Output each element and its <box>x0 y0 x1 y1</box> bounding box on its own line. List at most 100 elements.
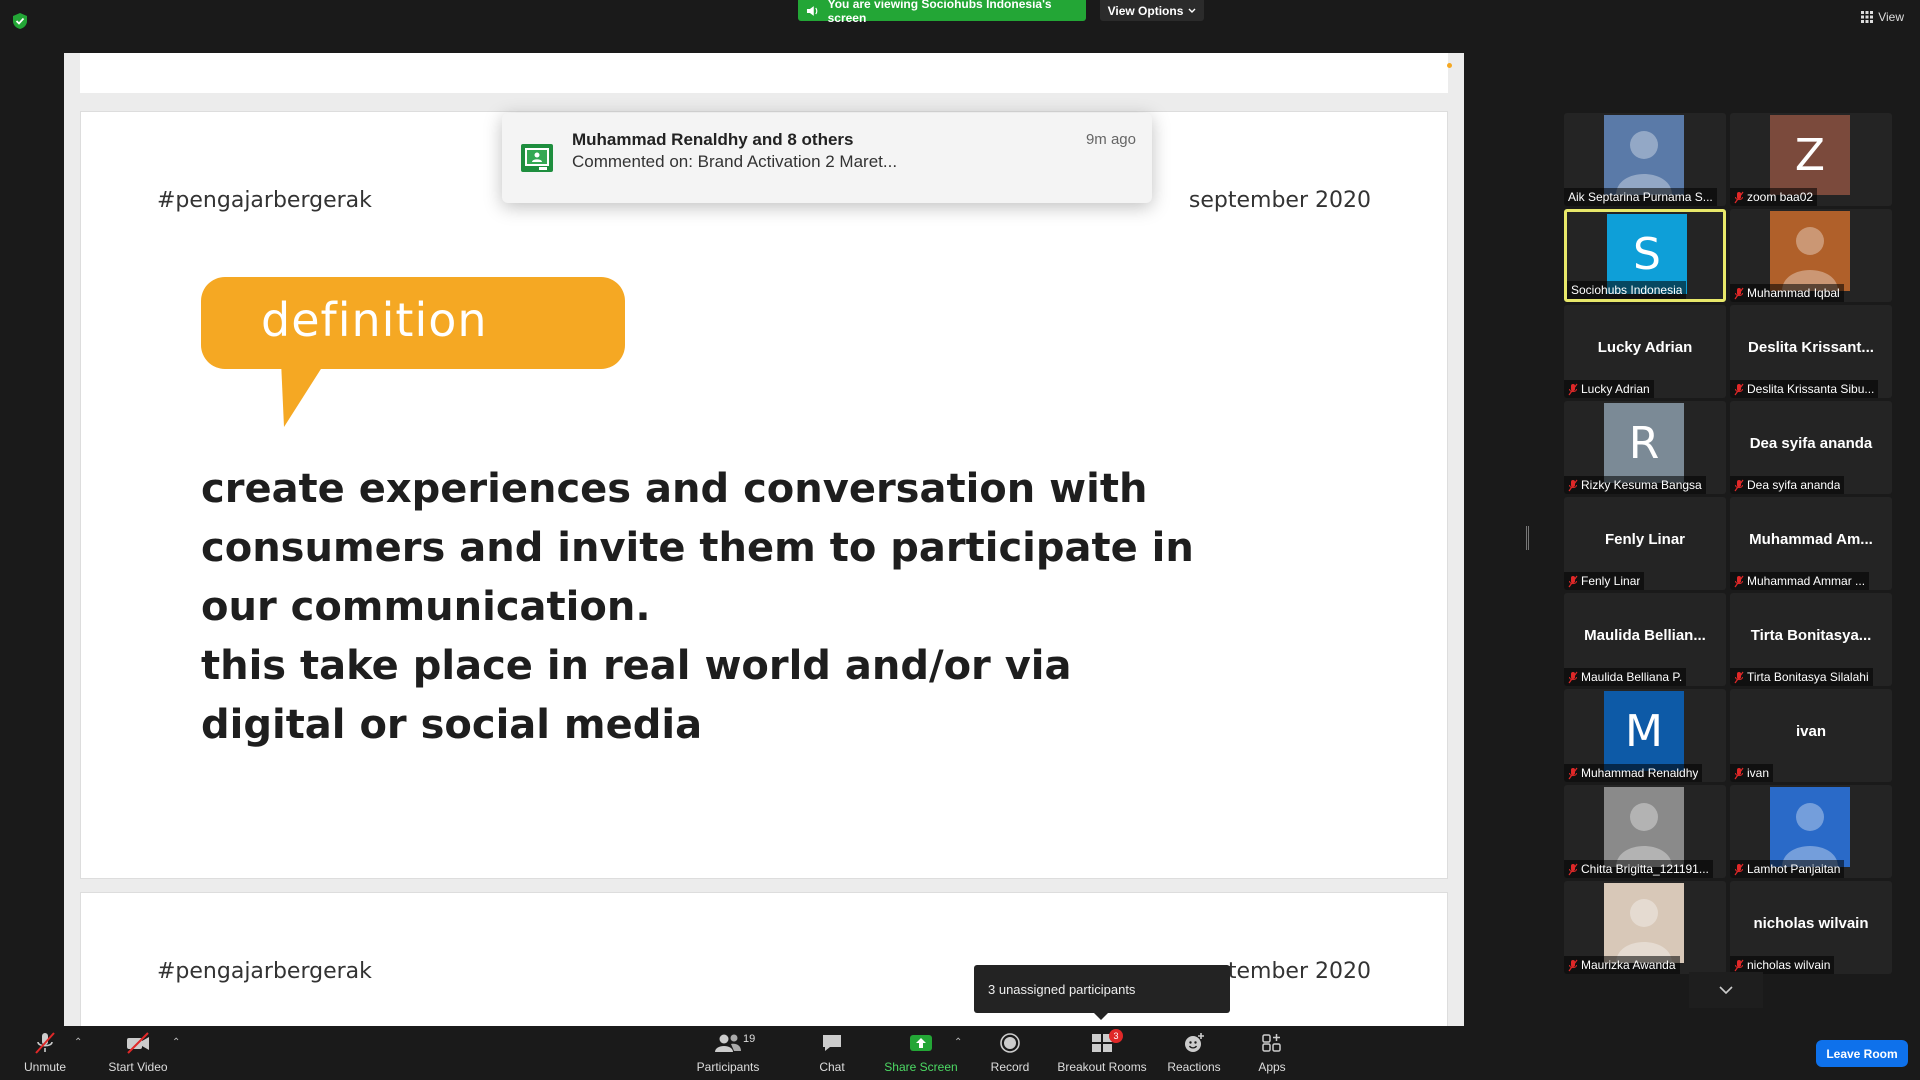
google-classroom-icon <box>521 144 553 172</box>
participant-tile[interactable]: Dea syifa ananda Dea syifa ananda <box>1730 401 1892 494</box>
participant-display-name: nicholas wilvain <box>1753 915 1869 932</box>
participant-name-label: Maulida Belliana P. <box>1564 668 1687 686</box>
view-options-button[interactable]: View Options <box>1100 0 1204 21</box>
muted-mic-icon <box>1734 863 1744 875</box>
start-video-button[interactable]: Start Video <box>106 1031 170 1079</box>
participant-name: Aik Septarina Purnama S... <box>1568 190 1713 204</box>
participant-tile[interactable]: Maurizka Awanda <box>1564 881 1726 974</box>
apps-label: Apps <box>1258 1060 1286 1074</box>
meeting-toolbar: Unmute ⌃ Start Video ⌃ Participants 19 C… <box>0 1027 1920 1080</box>
smiley-plus-icon <box>1185 1033 1204 1052</box>
view-options-label: View Options <box>1107 3 1184 18</box>
breakout-rooms-button[interactable]: 3 Breakout Rooms <box>1057 1029 1147 1079</box>
share-options-caret[interactable]: ⌃ <box>954 1037 962 1048</box>
start-video-label: Start Video <box>108 1060 168 1074</box>
participant-tile[interactable]: Aik Septarina Purnama S... <box>1564 113 1726 206</box>
muted-mic-icon <box>1734 383 1744 395</box>
participant-tile[interactable]: R Rizky Kesuma Bangsa <box>1564 401 1726 494</box>
participant-tile[interactable]: Deslita Krissant... Deslita Krissanta Sib… <box>1730 305 1892 398</box>
breakout-tooltip: 3 unassigned participants <box>974 965 1230 1013</box>
participant-tile[interactable]: nicholas wilvain nicholas wilvain <box>1730 881 1892 974</box>
muted-mic-icon <box>1568 671 1578 683</box>
participants-button[interactable]: Participants 19 <box>692 1031 764 1079</box>
share-banner-text: You are viewing Sociohubs Indonesia's sc… <box>827 0 1052 25</box>
participant-display-name: Deslita Krissant... <box>1748 339 1874 356</box>
participants-icon <box>715 1034 741 1052</box>
slide-line: digital or social media <box>201 702 703 748</box>
security-shield-icon[interactable] <box>12 12 28 30</box>
participant-name-label: Maurizka Awanda <box>1564 956 1680 974</box>
orange-dot <box>1447 63 1452 68</box>
definition-speech-bubble: definition <box>201 277 641 437</box>
participant-tile[interactable]: Lucky Adrian Lucky Adrian <box>1564 305 1726 398</box>
participant-name-label: ivan <box>1730 764 1774 782</box>
slide-line: create experiences and conversation with <box>201 466 1148 512</box>
reactions-label: Reactions <box>1167 1060 1221 1074</box>
participant-display-name: Tirta Bonitasya... <box>1750 627 1872 644</box>
participant-tile[interactable]: Muhammad Iqbal <box>1730 209 1892 302</box>
unmute-label: Unmute <box>23 1060 67 1074</box>
participant-name: Fenly Linar <box>1581 574 1641 588</box>
muted-mic-icon <box>1568 479 1578 491</box>
muted-mic-icon <box>1734 479 1744 491</box>
reactions-button[interactable]: Reactions <box>1166 1031 1222 1079</box>
participant-name: Chitta Brigitta_121191... <box>1581 862 1709 876</box>
view-layout-button[interactable]: View <box>1861 10 1904 24</box>
screen-share-banner: You are viewing Sociohubs Indonesia's sc… <box>798 0 1086 25</box>
participant-name: ivan <box>1747 766 1770 780</box>
participants-count: 19 <box>743 1033 756 1045</box>
video-options-caret[interactable]: ⌃ <box>172 1037 180 1048</box>
speech-bubble-tail <box>281 361 326 427</box>
participant-tile[interactable]: Lamhot Panjaitan <box>1730 785 1892 878</box>
zoom-meeting-window: You are viewing Sociohubs Indonesia's sc… <box>0 0 1920 1080</box>
audio-options-caret[interactable]: ⌃ <box>74 1037 82 1048</box>
slide-date: september 2020 <box>1188 188 1371 213</box>
leave-room-button[interactable]: Leave Room <box>1816 1040 1908 1067</box>
participant-name-label: Sociohubs Indonesia <box>1567 281 1687 299</box>
participant-tile[interactable]: S Sociohubs Indonesia <box>1564 209 1726 302</box>
participant-tile[interactable]: Maulida Bellian... Maulida Belliana P. <box>1564 593 1726 686</box>
participant-avatar: Z <box>1770 115 1850 195</box>
participant-name-label: Lucky Adrian <box>1564 380 1654 398</box>
muted-mic-icon <box>1734 671 1744 683</box>
participant-tile[interactable]: Tirta Bonitasya... Tirta Bonitasya Silala… <box>1730 593 1892 686</box>
participant-tile[interactable]: M Muhammad Renaldhy <box>1564 689 1726 782</box>
participant-name: Tirta Bonitasya Silalahi <box>1747 670 1869 684</box>
participant-photo <box>1604 787 1684 867</box>
share-screen-label: Share Screen <box>884 1060 958 1074</box>
participant-tile[interactable]: Zzoom baa02 <box>1730 113 1892 206</box>
participant-avatar: M <box>1604 691 1684 771</box>
participant-name-label: Deslita Krissanta Sibu... <box>1730 380 1879 398</box>
participant-tile[interactable]: Chitta Brigitta_121191... <box>1564 785 1726 878</box>
participant-tile[interactable]: Muhammad Am... Muhammad Ammar ... <box>1730 497 1892 590</box>
participant-tile[interactable]: ivan ivan <box>1730 689 1892 782</box>
participant-name-label: zoom baa02 <box>1730 188 1818 206</box>
next-slide-date: tember 2020 <box>1227 959 1371 984</box>
participant-name: Lucky Adrian <box>1581 382 1650 396</box>
participant-photo <box>1770 787 1850 867</box>
chat-button[interactable]: Chat <box>812 1031 852 1079</box>
unmute-button[interactable]: Unmute <box>20 1031 70 1079</box>
slide-hashtag: #pengajarbergerak <box>157 188 372 213</box>
participant-name: Dea syifa ananda <box>1747 478 1841 492</box>
participant-name-label: Dea syifa ananda <box>1730 476 1845 494</box>
comment-notification[interactable]: Muhammad Renaldhy and 8 others Commented… <box>502 113 1152 203</box>
apps-button[interactable]: Apps <box>1254 1031 1290 1079</box>
muted-mic-icon <box>1568 959 1578 971</box>
participants-label: Participants <box>696 1060 760 1074</box>
notification-time: 9m ago <box>1085 131 1136 148</box>
slide-line: our communication. <box>201 584 651 630</box>
record-button[interactable]: Record <box>988 1031 1032 1079</box>
participant-display-name: Muhammad Am... <box>1749 531 1873 548</box>
participant-name-label: Muhammad Ammar ... <box>1730 572 1870 590</box>
share-screen-button[interactable]: Share Screen <box>884 1031 958 1079</box>
chevron-down-icon <box>1188 8 1196 13</box>
muted-mic-icon <box>1568 863 1578 875</box>
participant-name: nicholas wilvain <box>1747 958 1831 972</box>
participant-tile[interactable]: Fenly Linar Fenly Linar <box>1564 497 1726 590</box>
gallery-resize-handle[interactable] <box>1526 526 1529 550</box>
participant-name: Maulida Belliana P. <box>1581 670 1683 684</box>
gallery-next-page-button[interactable] <box>1689 972 1763 1008</box>
participant-name-label: Lamhot Panjaitan <box>1730 860 1845 878</box>
muted-mic-icon <box>1734 767 1744 779</box>
